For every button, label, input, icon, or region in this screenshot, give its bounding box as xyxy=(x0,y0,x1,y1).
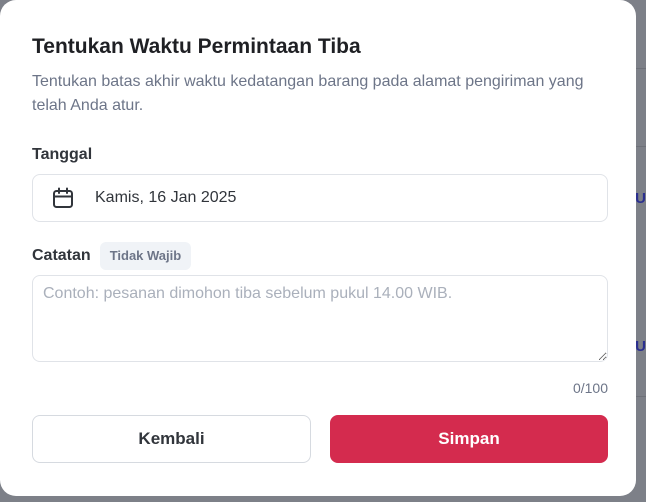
dialog-subtitle: Tentukan batas akhir waktu kedatangan ba… xyxy=(32,73,584,114)
note-textarea[interactable] xyxy=(32,275,608,362)
date-value: Kamis, 16 Jan 2025 xyxy=(95,189,237,206)
background-fragment: U xyxy=(635,338,646,355)
background-fragment: U xyxy=(635,190,646,207)
optional-badge: Tidak Wajib xyxy=(99,242,192,270)
character-counter: 0/100 xyxy=(572,380,608,396)
save-button[interactable]: Simpan xyxy=(330,415,608,463)
note-field-wrapper xyxy=(32,275,608,362)
calendar-icon xyxy=(51,186,75,210)
date-picker-field[interactable]: Kamis, 16 Jan 2025 xyxy=(32,174,608,222)
back-button[interactable]: Kembali xyxy=(32,415,311,463)
background-divider xyxy=(636,146,646,147)
date-label: Tanggal xyxy=(32,146,93,163)
arrival-time-dialog: Tentukan Waktu Permintaan Tiba Tentukan … xyxy=(0,0,636,496)
background-divider xyxy=(636,396,646,397)
note-label-row: Catatan Tidak Wajib xyxy=(32,242,608,270)
dialog-actions: Kembali Simpan xyxy=(32,415,608,463)
dialog-title: Tentukan Waktu Permintaan Tiba xyxy=(32,35,361,58)
note-label: Catatan xyxy=(32,247,91,264)
